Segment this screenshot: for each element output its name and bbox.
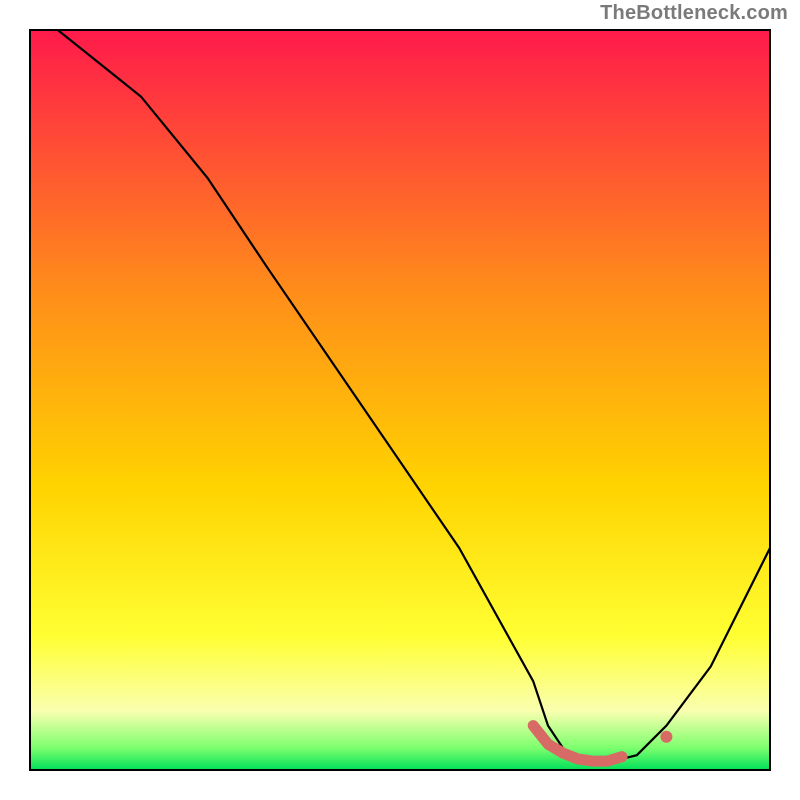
bottleneck-chart [0, 0, 800, 800]
marker-dot [660, 731, 672, 743]
chart-container: TheBottleneck.com [0, 0, 800, 800]
gradient-background [30, 30, 770, 770]
